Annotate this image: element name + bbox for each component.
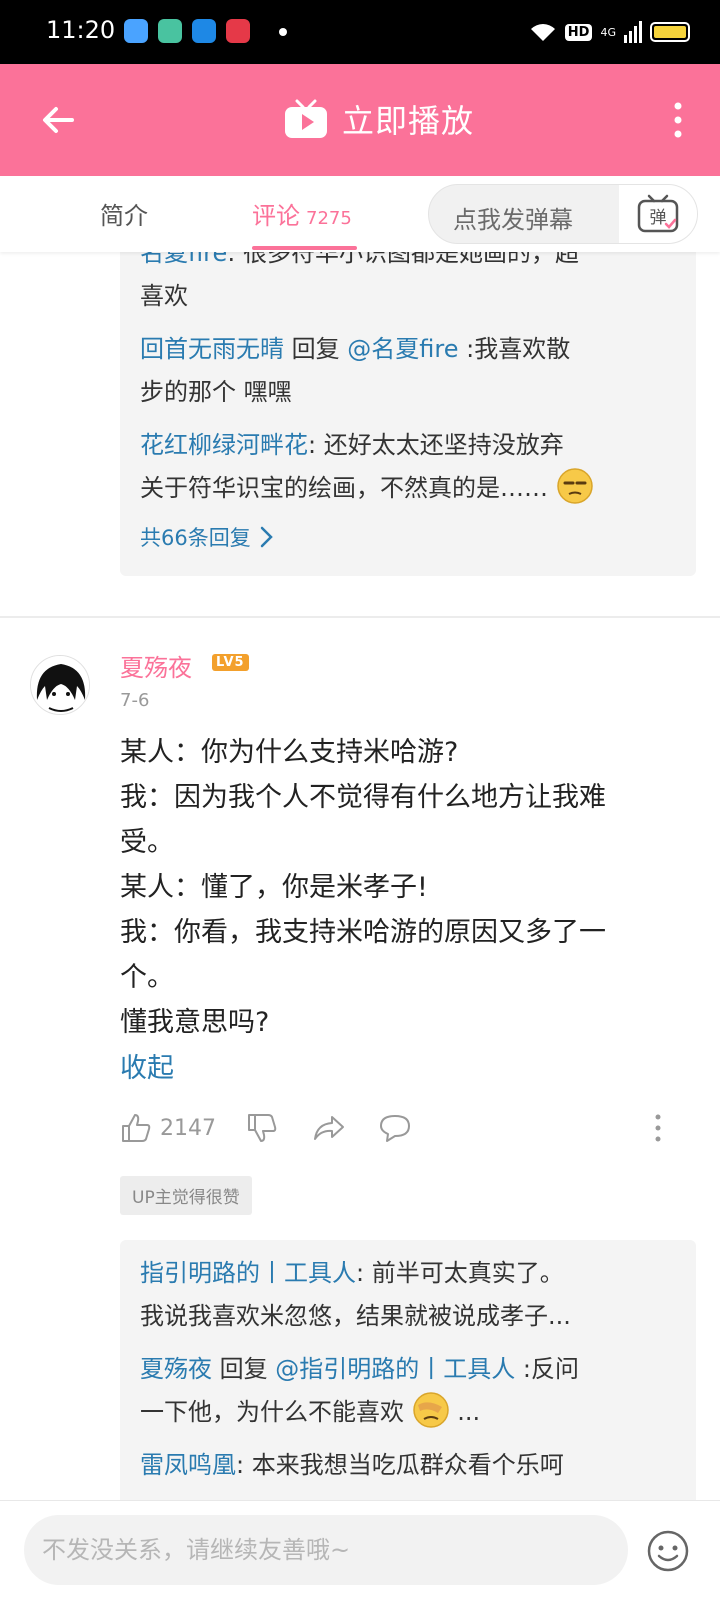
app-header: 立即播放 xyxy=(0,64,720,176)
status-time: 11:20 xyxy=(46,16,116,44)
comment-actions: 2147 xyxy=(120,1108,700,1148)
comment-username[interactable]: 夏殇夜 xyxy=(120,648,192,683)
up-liked-badge: UP主觉得很赞 xyxy=(120,1176,252,1215)
wifi-icon xyxy=(530,24,555,41)
avatar[interactable] xyxy=(30,655,90,715)
reply-username[interactable]: 回首无雨无晴 xyxy=(140,335,284,363)
tv-play-icon xyxy=(285,99,327,138)
level-badge: LV5 xyxy=(212,654,249,671)
sub-reply-box[interactable]: 指引明路的丨工具人: 前半可太真实了。 我说我喜欢米忽悠，结果就被说成孝子...… xyxy=(120,1240,696,1510)
app-notification-icon xyxy=(192,19,216,43)
more-options-icon[interactable] xyxy=(672,100,684,140)
thumbs-down-icon xyxy=(248,1114,277,1142)
reply-username[interactable]: 指引明路的丨工具人 xyxy=(140,1259,356,1287)
reply-mention[interactable]: @指引明路的丨工具人 xyxy=(275,1355,515,1383)
signal-icon xyxy=(624,21,642,43)
reply-preview-box[interactable]: 名夏fire: 很多符华小识图都是她画的，超 喜欢 回首无雨无晴 回复 @名夏f… xyxy=(120,232,696,576)
like-count: 2147 xyxy=(160,1115,216,1141)
battery-icon xyxy=(650,22,690,42)
reply-line: 关于符华识宝的绘画，不然真的是…… xyxy=(140,467,660,510)
tab-comments-count: 7275 xyxy=(306,208,352,229)
tab-intro[interactable]: 简介 xyxy=(100,196,148,231)
like-button[interactable]: 2147 xyxy=(120,1108,216,1148)
danmaku-placeholder: 点我发弹幕 xyxy=(453,206,573,234)
tab-comments[interactable]: 评论 7275 xyxy=(252,196,352,231)
comment-bubble-icon xyxy=(380,1115,410,1142)
danmaku-toggle-button[interactable]: 弹 xyxy=(619,185,697,243)
play-now-label: 立即播放 xyxy=(342,102,475,140)
comment-date: 7-6 xyxy=(120,690,150,711)
more-notifications-icon xyxy=(279,28,287,36)
reply-line: 指引明路的丨工具人: 前半可太真实了。 xyxy=(140,1259,564,1287)
comment-more-button[interactable] xyxy=(654,1108,662,1148)
see-all-replies-link[interactable]: 共66条回复 xyxy=(140,522,273,552)
active-tab-indicator xyxy=(252,246,357,250)
reply-username[interactable]: 花红柳绿河畔花 xyxy=(140,431,308,459)
chevron-right-icon xyxy=(260,526,273,548)
reply-line: 花红柳绿河畔花: 还好太太还坚持没放弃 xyxy=(140,431,564,459)
comment-text: 某人：你为什么支持米哈游? 我：因为我个人不觉得有什么地方让我难 受。 某人：懂… xyxy=(120,737,606,1038)
avatar-image xyxy=(31,656,89,714)
comment-input[interactable]: 不发没关系，请继续友善哦~ xyxy=(24,1515,628,1585)
divider xyxy=(0,616,720,618)
reply-button[interactable] xyxy=(378,1108,412,1148)
reply-line: 喜欢 xyxy=(140,282,188,310)
danmaku-icon: 弹 xyxy=(637,194,679,233)
reply-line: 一下他，为什么不能喜欢 ... xyxy=(140,1391,660,1434)
reply-line: 我说我喜欢米忽悠，结果就被说成孝子... xyxy=(140,1302,571,1330)
more-vertical-icon xyxy=(655,1114,661,1142)
back-arrow-icon[interactable] xyxy=(38,100,78,140)
network-type: 4G xyxy=(600,25,616,39)
share-button[interactable] xyxy=(312,1108,346,1148)
reply-mention[interactable]: @名夏fire xyxy=(347,335,458,363)
app-notification-icon xyxy=(158,19,182,43)
thumbs-up-icon xyxy=(122,1114,151,1142)
smug-emoji-icon xyxy=(556,468,593,504)
hd-badge: HD xyxy=(564,23,593,41)
app-notification-icon xyxy=(226,19,250,43)
comment-composer-bar: 不发没关系，请继续友善哦~ xyxy=(0,1500,720,1600)
share-icon xyxy=(314,1116,344,1140)
emoji-icon[interactable] xyxy=(646,1529,690,1573)
danmaku-icon-label: 弹 xyxy=(650,208,667,228)
tab-bar: 简介 评论 7275 点我发弹幕 弹 xyxy=(0,176,720,252)
reply-line: 步的那个 嘿嘿 xyxy=(140,378,292,406)
tab-comments-label: 评论 xyxy=(252,202,300,230)
reply-line: 夏殇夜 回复 @指引明路的丨工具人 :反问 xyxy=(140,1355,579,1383)
collapse-link[interactable]: 收起 xyxy=(120,1046,174,1085)
reply-line: 回首无雨无晴 回复 @名夏fire :我喜欢散 xyxy=(140,335,571,363)
reply-username[interactable]: 雷凤鸣凰 xyxy=(140,1451,236,1479)
status-bar: 11:20 HD 4G xyxy=(0,0,720,64)
reply-line: 雷凤鸣凰: 本来我想当吃瓜群众看个乐呵 xyxy=(140,1451,564,1479)
play-now-button[interactable]: 立即播放 xyxy=(284,96,474,142)
dislike-button[interactable] xyxy=(246,1108,278,1148)
danmaku-input[interactable]: 点我发弹幕 弹 xyxy=(428,184,698,244)
app-notification-icon xyxy=(124,19,148,43)
reply-username[interactable]: 夏殇夜 xyxy=(140,1355,212,1383)
facepalm-emoji-icon xyxy=(412,1392,449,1428)
